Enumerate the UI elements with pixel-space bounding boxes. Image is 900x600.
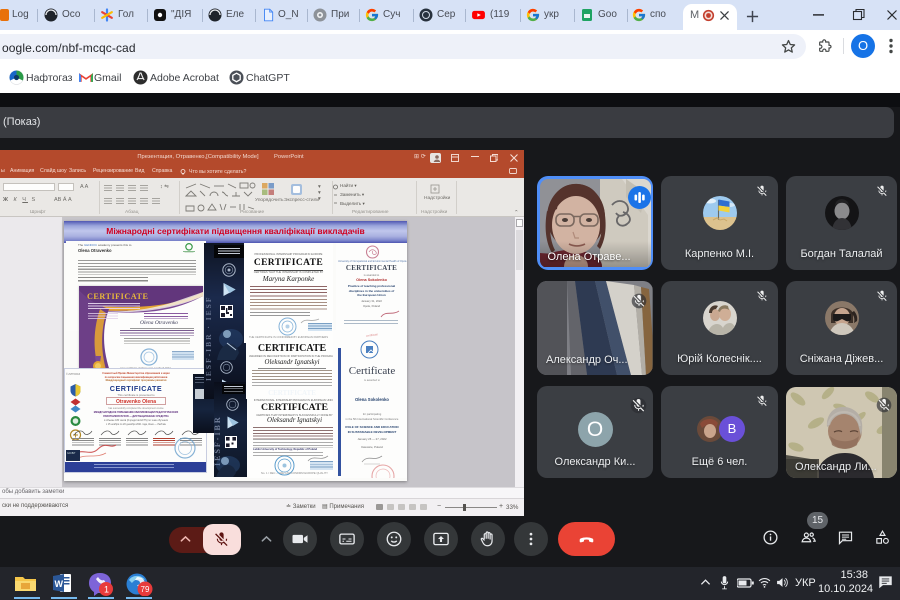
- svg-text:1: 1: [104, 585, 109, 595]
- svg-text:W: W: [55, 579, 64, 589]
- svg-text:79: 79: [141, 585, 150, 594]
